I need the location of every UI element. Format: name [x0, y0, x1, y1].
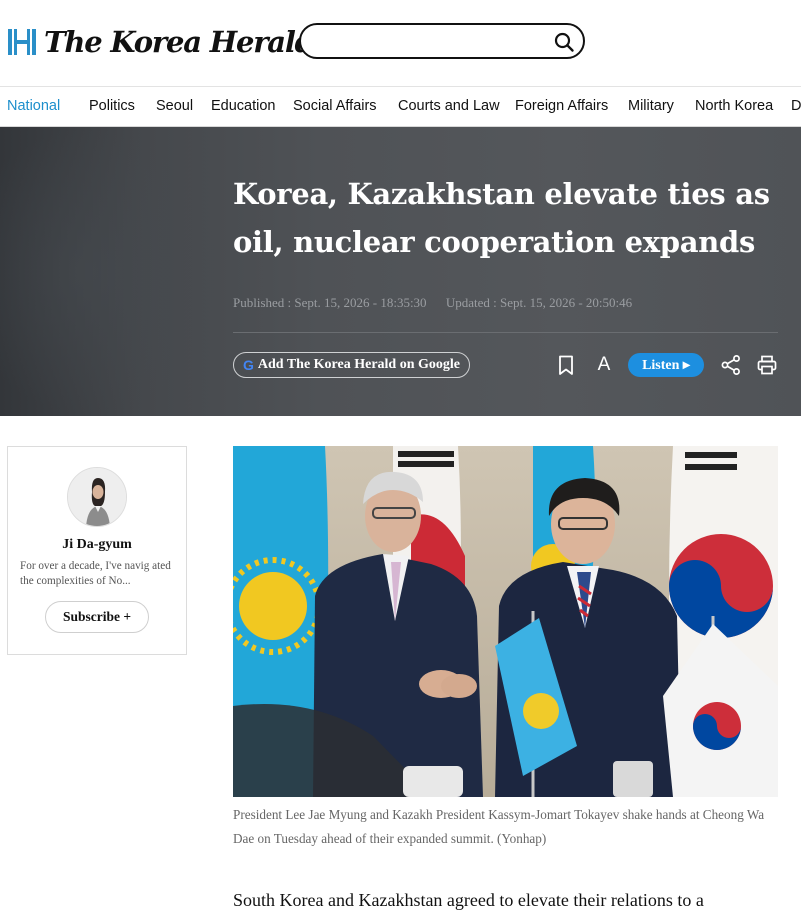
hero-background-shade: [0, 127, 220, 416]
author-bio: For over a decade, I've navig ated the c…: [20, 560, 171, 587]
search-icon[interactable]: [553, 31, 575, 53]
google-g-icon: G: [243, 357, 254, 373]
summit-handshake-photo: [233, 446, 778, 797]
nav-item-national[interactable]: National: [7, 98, 60, 114]
nav-item-education[interactable]: Education: [211, 98, 276, 114]
article-lead-paragraph: South Korea and Kazakhstan agreed to ele…: [233, 890, 704, 910]
author-card: Ji Da-gyum For over a decade, I've navig…: [7, 446, 187, 655]
article-hero: Korea, Kazakhstan elevate ties as oil, n…: [0, 127, 801, 416]
nav-item-social-affairs[interactable]: Social Affairs: [293, 98, 377, 114]
korea-herald-logo-icon: [8, 29, 36, 55]
author-name[interactable]: Ji Da-gyum: [8, 537, 186, 553]
bookmark-icon[interactable]: [555, 354, 577, 376]
nav-item-foreign-affairs[interactable]: Foreign Affairs: [515, 98, 608, 114]
add-on-google-label: Add The Korea Herald on Google: [257, 357, 460, 372]
listen-button[interactable]: Listen ▸: [628, 353, 704, 377]
article-headline: Korea, Kazakhstan elevate ties as oil, n…: [233, 177, 770, 259]
logo-wordmark: The Korea Herald: [44, 25, 315, 59]
nav-item-courts-and-law[interactable]: Courts and Law: [398, 98, 500, 114]
font-size-icon[interactable]: A: [593, 354, 615, 376]
add-on-google-button[interactable]: G Add The Korea Herald on Google: [233, 352, 470, 378]
article-photo: [233, 446, 778, 797]
search-input[interactable]: [299, 23, 585, 59]
author-photo: [68, 468, 126, 526]
subscribe-button[interactable]: Subscribe +: [45, 601, 149, 633]
site-header: The Korea Herald: [0, 0, 801, 86]
section-nav: National Politics Seoul Education Social…: [0, 86, 801, 127]
nav-item-seoul[interactable]: Seoul: [156, 98, 193, 114]
hero-divider: [233, 332, 778, 333]
share-icon[interactable]: [720, 354, 742, 376]
updated-date: Updated : Sept. 15, 2026 - 20:50:46: [445, 295, 633, 310]
author-avatar[interactable]: [67, 467, 127, 527]
nav-item-politics[interactable]: Politics: [89, 98, 135, 114]
nav-item-military[interactable]: Military: [628, 98, 674, 114]
published-date: Published : Sept. 15, 2026 - 18:35:30: [233, 295, 427, 310]
nav-item-more[interactable]: D: [791, 98, 801, 114]
photo-caption: President Lee Jae Myung and Kazakh Presi…: [233, 807, 765, 846]
print-icon[interactable]: [756, 354, 778, 376]
site-logo[interactable]: The Korea Herald: [6, 22, 315, 62]
article-dates: Published : Sept. 15, 2026 - 18:35:30 Up…: [233, 295, 648, 311]
nav-item-north-korea[interactable]: North Korea: [695, 98, 773, 114]
